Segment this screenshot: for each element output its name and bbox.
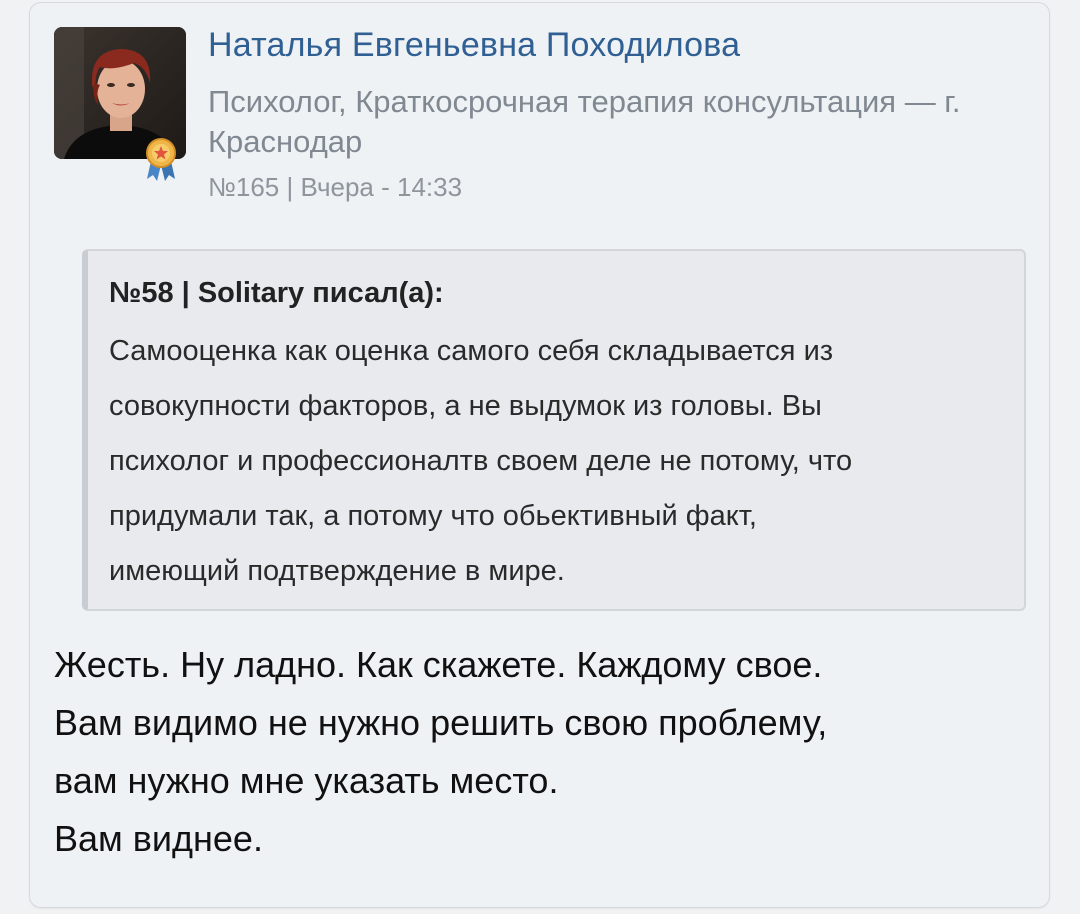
- post-line: вам нужно мне указать место.: [54, 760, 559, 801]
- quote-line: придумали так, а потому что обьективный …: [109, 500, 757, 532]
- post-line: Вам виднее.: [54, 818, 263, 859]
- author-role: Психолог, Краткосрочная терапия консульт…: [208, 84, 961, 159]
- post-line: Жесть. Ну ладно. Как скажете. Каждому св…: [54, 644, 823, 685]
- quote-line: совокупности факторов, а не выдумок из г…: [109, 390, 822, 422]
- post-line: Вам видимо не нужно решить свою проблему…: [54, 702, 828, 743]
- quote-line: имеющий подтверждение в мире.: [109, 555, 565, 587]
- post-body: Жесть. Ну ладно. Как скажете. Каждому св…: [54, 636, 1034, 868]
- quote-line: Самооценка как оценка самого себя склады…: [109, 335, 834, 367]
- quote-line: психолог и профессионалтв своем деле не …: [109, 445, 853, 477]
- quote-block: №58 | Solitary писал(а): Самооценка как …: [82, 249, 1026, 611]
- author-name-link[interactable]: Наталья Евгеньевна Походилова: [208, 26, 740, 65]
- post-meta: №165 | Вчера - 14:33: [208, 172, 463, 202]
- award-medal-icon: [143, 137, 179, 181]
- quote-text: Самооценка как оценка самого себя склады…: [109, 324, 1021, 599]
- quote-header[interactable]: №58 | Solitary писал(а):: [109, 277, 444, 310]
